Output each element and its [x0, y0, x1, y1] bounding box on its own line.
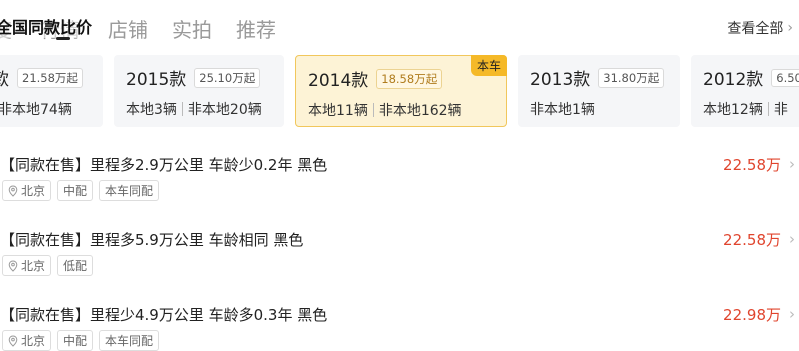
- listing-item[interactable]: 【同款在售】里程多5.9万公里 车龄相同 黑色 北京 低配 22.58万 ›: [0, 229, 799, 289]
- year-card[interactable]: 2012款 6.50 本地12辆 非: [691, 55, 799, 127]
- year-card-strip[interactable]: 款 21.58万起 非本地74辆 2015款 25.10万起 本地3辆 非本地2…: [0, 55, 799, 127]
- local-count: 本地3辆: [126, 102, 177, 118]
- chevron-right-icon: ›: [789, 305, 795, 323]
- view-all-link[interactable]: 查看全部 ›: [727, 18, 793, 38]
- listing-price: 22.98万: [723, 306, 781, 324]
- view-all-label: 查看全部: [727, 21, 784, 37]
- nonlocal-count: 非本地20辆: [187, 102, 262, 118]
- year-card[interactable]: 2013款 31.80万起 非本地1辆: [518, 55, 680, 127]
- nonlocal-count: 非本地162辆: [378, 103, 462, 119]
- nonlocal-count: 非本地1辆: [530, 102, 595, 118]
- config-tag: 中配: [57, 330, 94, 351]
- year-label: 2014款: [308, 71, 369, 91]
- city-label: 北京: [21, 259, 46, 273]
- nonlocal-count: 非: [773, 102, 788, 118]
- city-label: 北京: [21, 184, 46, 198]
- divider: [372, 103, 374, 117]
- divider: [767, 102, 769, 116]
- year-label: 款: [0, 70, 9, 90]
- listing-tags: 北京 中配 本车同配: [2, 180, 160, 201]
- active-tab-indicator: [56, 37, 70, 40]
- listing-title: 【同款在售】里程少4.9万公里 车龄多0.3年 黑色: [0, 306, 328, 324]
- year-card[interactable]: 2015款 25.10万起 本地3辆 非本地20辆: [114, 55, 284, 127]
- listing-tags: 北京 低配: [2, 255, 94, 276]
- price-tag: 31.80万起: [598, 67, 665, 88]
- config-tag: 低配: [57, 255, 94, 276]
- current-car-badge: 本车: [470, 55, 507, 76]
- chevron-right-icon: ›: [787, 20, 793, 36]
- config-tag: 本车同配: [99, 330, 160, 351]
- price-tag: 21.58万起: [17, 67, 83, 88]
- location-pin-icon: [8, 259, 18, 272]
- listing-item[interactable]: 【同款在售】里程少4.9万公里 车龄多0.3年 黑色 北京 中配 本车同配 22…: [0, 304, 799, 351]
- year-label: 2012款: [703, 70, 764, 90]
- listing-title: 【同款在售】里程多2.9万公里 车龄少0.2年 黑色: [0, 156, 328, 174]
- config-tag: 中配: [57, 180, 94, 201]
- local-count: 本地12辆: [703, 102, 763, 118]
- city-tag: 北京: [2, 180, 52, 201]
- chevron-right-icon: ›: [789, 155, 795, 173]
- city-tag: 北京: [2, 330, 52, 351]
- local-count: 本地11辆: [308, 103, 368, 119]
- listing-item[interactable]: 【同款在售】里程多2.9万公里 车龄少0.2年 黑色 北京 中配 本车同配 22…: [0, 154, 799, 214]
- year-label: 2015款: [126, 70, 187, 90]
- listing-tags: 北京 中配 本车同配: [2, 330, 160, 351]
- price-tag: 25.10万起: [194, 67, 261, 88]
- divider: [181, 102, 183, 116]
- year-label: 2013款: [530, 70, 591, 90]
- nonlocal-count: 非本地74辆: [0, 102, 72, 118]
- chevron-right-icon: ›: [789, 230, 795, 248]
- tab-recommend[interactable]: 推荐: [236, 14, 276, 43]
- section-title: 全国同款比价: [0, 14, 95, 38]
- year-card[interactable]: 款 21.58万起 非本地74辆: [0, 55, 103, 127]
- location-pin-icon: [8, 184, 18, 197]
- config-tag: 本车同配: [99, 180, 160, 201]
- city-tag: 北京: [2, 255, 52, 276]
- listing-price: 22.58万: [723, 156, 781, 174]
- price-tag: 6.50: [771, 68, 799, 87]
- listing-title: 【同款在售】里程多5.9万公里 车龄相同 黑色: [0, 231, 304, 249]
- listing-price: 22.58万: [723, 231, 781, 249]
- city-label: 北京: [21, 334, 46, 348]
- tab-shop[interactable]: 店铺: [108, 14, 148, 43]
- price-tag: 18.58万起: [376, 68, 443, 89]
- location-pin-icon: [8, 334, 18, 347]
- year-card-current[interactable]: 2014款 18.58万起 本地11辆 非本地162辆 本车: [295, 55, 507, 127]
- tab-photos[interactable]: 实拍: [172, 14, 212, 43]
